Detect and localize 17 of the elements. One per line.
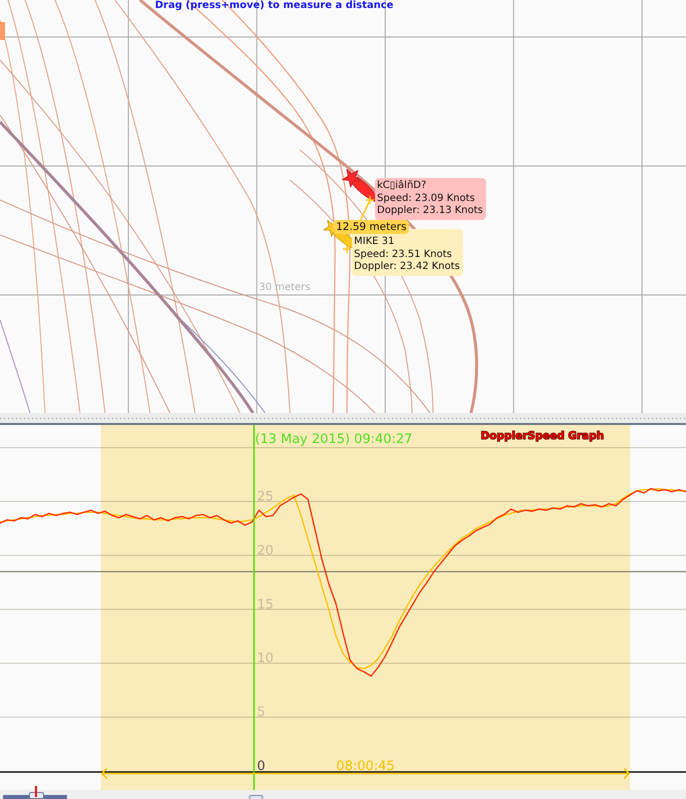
speed-reading: Speed: 23.09 Knots: [377, 192, 476, 205]
slider-handle[interactable]: [28, 792, 44, 799]
doppler-reading: Doppler: 23.42 Knots: [354, 261, 460, 274]
boat-name: kC▯iâlñD?: [377, 180, 428, 192]
range-duration-label: 08:00:45: [336, 759, 395, 774]
edge-marker-icon: [0, 22, 5, 40]
slider-track[interactable]: [3, 795, 67, 799]
chart-title: DopplerSpeed Graph: [480, 430, 604, 442]
boat-name: MIKE 31: [354, 236, 396, 248]
y-tick-label: 0: [257, 759, 266, 774]
splitter-handle[interactable]: [0, 413, 686, 425]
marker-icon: [35, 786, 38, 797]
doppler-reading: Doppler: 23.13 Knots: [377, 205, 483, 218]
speed-reading: Speed: 23.51 Knots: [354, 248, 453, 261]
distance-tooltip: 12.59 meters: [333, 220, 410, 234]
slider-handle[interactable]: [249, 795, 263, 799]
cursor-time-label: (13 May 2015) 09:40:27: [255, 432, 412, 447]
